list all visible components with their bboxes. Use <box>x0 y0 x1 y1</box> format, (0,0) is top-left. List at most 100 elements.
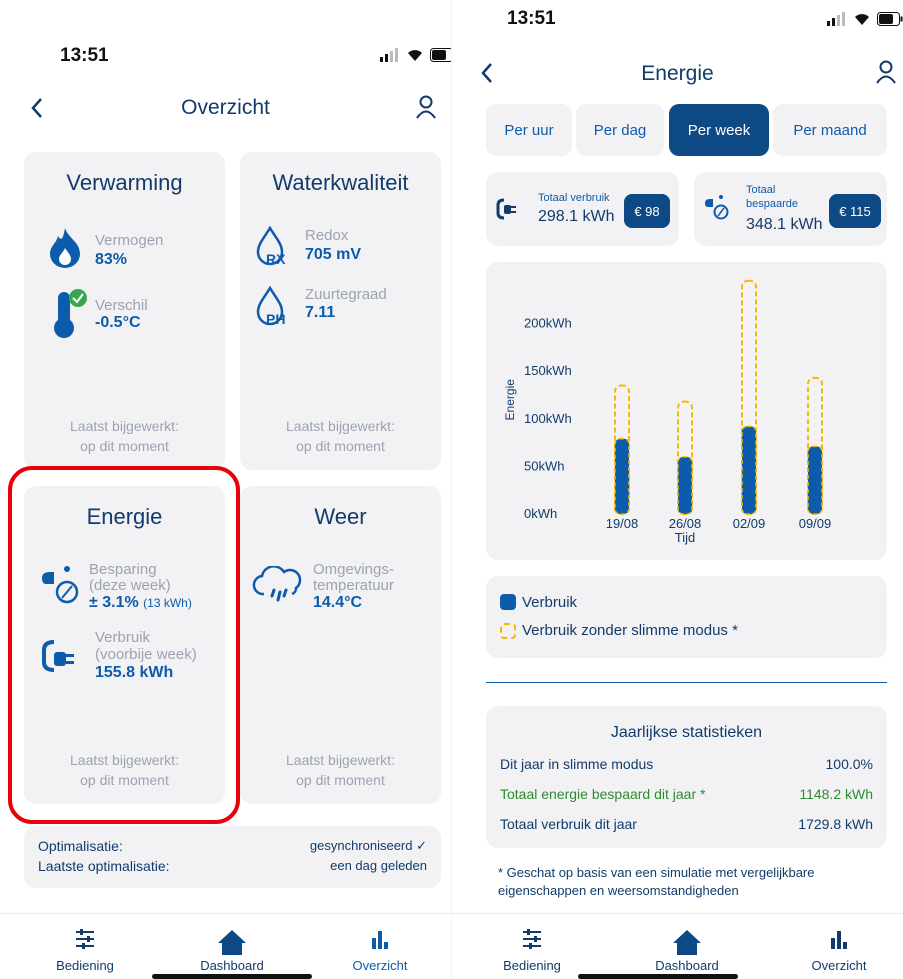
power-label: Vermogen <box>95 232 164 249</box>
wifi-icon <box>408 50 422 61</box>
card-title: Weer <box>314 504 367 529</box>
temperature-label: Omgevings- <box>313 561 394 578</box>
status-time: 13:51 <box>507 8 556 29</box>
battery-icon <box>430 48 451 62</box>
y-tick-label: 150kWh <box>524 363 572 378</box>
legend-usage: Verbruik <box>522 594 578 611</box>
legend-card: Verbruik Verbruik zonder slimme modus * <box>486 576 887 658</box>
ph-label: Zuurtegraad <box>305 286 387 303</box>
difference-label: Verschil <box>95 297 148 314</box>
overview-screen: 13:51 Overzicht Verwarming Vermogen 83% … <box>0 0 451 979</box>
ph-drop-icon: PH <box>256 286 285 326</box>
home-icon <box>673 930 701 955</box>
page-title: Overzicht <box>181 96 270 119</box>
weather-card[interactable]: Weer Omgevings- temperatuur 14.4°C Laats… <box>240 486 441 804</box>
card-title: Verwarming <box>66 170 183 195</box>
stat-value: 1148.2 kWh <box>799 786 873 802</box>
total-usage-value: 298.1 kWh <box>538 208 615 225</box>
tab-label: Bediening <box>503 958 561 973</box>
bar-usage <box>741 425 757 515</box>
updated-label: Laatst bijgewerkt: <box>286 752 395 768</box>
legend-dashed-swatch <box>500 623 516 639</box>
y-axis-label: Energie <box>503 379 517 421</box>
signal-icon <box>827 12 845 26</box>
tab-label: Overzicht <box>811 958 867 973</box>
sync-status: gesynchroniseerd ✓ <box>309 838 427 853</box>
x-tick-label: 09/09 <box>799 516 832 531</box>
chart-card: 0kWh 50kWh 100kWh 150kWh 200kWh Energie 19/08 2… <box>486 262 887 560</box>
highlight-frame <box>8 466 240 824</box>
updated-time: op dit moment <box>80 438 169 454</box>
legend-solid-swatch <box>500 594 516 610</box>
total-usage-cost: € 98 <box>624 194 670 228</box>
energy-bar-chart: 0kWh 50kWh 100kWh 150kWh 200kWh Energie 19/08 2… <box>503 279 832 545</box>
redox-drop-icon: RX <box>256 226 286 266</box>
total-saved-cost: € 115 <box>829 194 881 228</box>
heating-card[interactable]: Verwarming Vermogen 83% Verschil -0.5°C … <box>24 152 225 470</box>
stat-label: Totaal energie bespaard dit jaar * <box>500 786 706 802</box>
tab-bar: Bediening Dashboard Overzicht <box>0 913 451 979</box>
footnote-line-2: eigenschappen en weersomstandigheden <box>498 883 739 898</box>
bar-usage <box>677 456 693 515</box>
last-optimization-value: een dag geleden <box>330 858 427 873</box>
signal-icon <box>380 48 398 62</box>
battery-icon <box>877 12 903 26</box>
footnote-line-1: * Geschat op basis van een simulatie met… <box>498 865 815 880</box>
temperature-value: 14.4°C <box>313 594 363 611</box>
tab-label: Dashboard <box>655 958 719 973</box>
total-saved-card: Totaal bespaarde 348.1 kWh € 115 <box>694 172 887 246</box>
updated-label: Laatst bijgewerkt: <box>286 418 395 434</box>
redox-label: Redox <box>305 227 349 244</box>
stats-title: Jaarlijkse statistieken <box>610 724 763 741</box>
tab-label: Dashboard <box>200 958 264 973</box>
flame-icon <box>50 228 80 268</box>
ph-icon-text: PH <box>266 311 285 326</box>
temperature-label-2: temperatuur <box>313 577 394 594</box>
optimization-label: Optimalisatie: <box>38 838 123 854</box>
updated-time: op dit moment <box>296 772 385 788</box>
status-icons <box>827 12 903 26</box>
y-tick-label: 0kWh <box>524 506 557 521</box>
x-axis-label: Tijd <box>675 530 695 545</box>
total-saved-label-2: bespaarde <box>746 198 798 210</box>
updated-time: op dit moment <box>296 438 385 454</box>
home-icon <box>218 930 246 955</box>
stat-label: Totaal verbruik dit jaar <box>500 816 637 832</box>
y-tick-label: 200kWh <box>524 316 572 331</box>
plug-icon <box>496 198 516 220</box>
redox-value: 705 mV <box>305 246 362 263</box>
page-title: Energie <box>641 62 714 85</box>
tab-bar: Bediening Dashboard Overzicht <box>452 913 903 979</box>
last-optimization-label: Laatste optimalisatie: <box>38 858 170 874</box>
user-icon[interactable] <box>415 95 437 119</box>
tab-label: Overzicht <box>352 958 408 973</box>
stat-label: Dit jaar in slimme modus <box>500 756 654 772</box>
segment-per-dag[interactable]: Per dag <box>576 104 664 156</box>
total-saved-value: 348.1 kWh <box>746 216 823 233</box>
stat-value: 100.0% <box>825 756 873 772</box>
bar-usage <box>614 438 630 515</box>
segment-per-maand[interactable]: Per maand <box>773 104 887 156</box>
rain-cloud-icon <box>252 566 302 602</box>
y-tick-label: 50kWh <box>524 458 564 473</box>
optimization-card: Optimalisatie: gesynchroniseerd ✓ Laatst… <box>24 826 441 888</box>
energy-screen: 13:51 Energie Per uur Per dag Per week P… <box>452 0 903 979</box>
segment-per-week[interactable]: Per week <box>669 104 769 156</box>
wifi-icon <box>855 14 869 25</box>
stat-energy-saved: Totaal energie bespaard dit jaar * 1148.2… <box>500 786 873 802</box>
section-divider <box>486 682 887 683</box>
total-usage-label: Totaal verbruik <box>538 192 610 204</box>
total-usage-card: Totaal verbruik 298.1 kWh € 98 <box>486 172 679 246</box>
card-title: Waterkwaliteit <box>272 170 409 195</box>
water-quality-card[interactable]: Waterkwaliteit RX Redox 705 mV PH Zuurte… <box>240 152 441 470</box>
x-tick-label: 26/08 <box>669 516 702 531</box>
user-icon[interactable] <box>875 60 897 84</box>
sliders-icon <box>523 929 541 949</box>
bar-usage <box>807 445 823 515</box>
footnote: * Geschat op basis van een simulatie met… <box>498 864 815 900</box>
ph-value: 7.11 <box>305 304 336 321</box>
power-value: 83% <box>95 251 128 268</box>
redox-icon-text: RX <box>266 251 286 266</box>
segment-per-uur[interactable]: Per uur <box>486 104 572 156</box>
x-tick-label: 02/09 <box>733 516 766 531</box>
